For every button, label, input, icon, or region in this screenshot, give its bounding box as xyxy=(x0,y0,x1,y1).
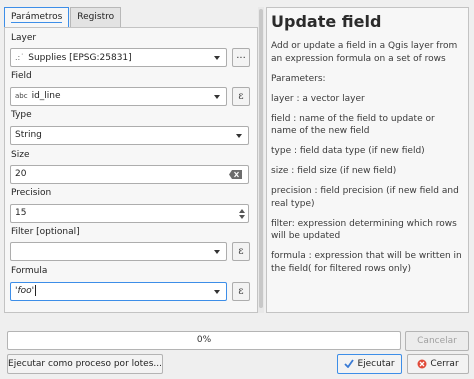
formula-label: Formula xyxy=(11,266,48,276)
tab-registro-label: Registro xyxy=(77,12,115,22)
layer-browse-button[interactable]: ... xyxy=(232,48,250,67)
tab-registro[interactable]: Registro xyxy=(70,7,122,27)
help-paragraph: type : field data type (if new field) xyxy=(271,146,425,156)
precision-label: Precision xyxy=(11,188,52,198)
type-select[interactable]: String xyxy=(10,126,249,145)
type-select-value: String xyxy=(15,130,42,140)
help-paragraph: Parameters: xyxy=(271,73,326,84)
field-select-value: id_line xyxy=(31,91,61,101)
text-field-icon: abc xyxy=(15,92,28,100)
help-title: Update field xyxy=(271,12,382,31)
precision-value: 15 xyxy=(15,208,27,218)
close-button[interactable]: Cerrar xyxy=(407,354,469,374)
filter-label: Filter [optional] xyxy=(11,227,80,237)
tab-parametros-label: Parámetros xyxy=(11,12,63,23)
help-panel: Update field Add or update a field in a … xyxy=(266,7,469,313)
filter-expression-button[interactable]: ε xyxy=(232,242,250,261)
batch-process-button[interactable]: Ejecutar como proceso por lotes... xyxy=(7,354,163,374)
help-paragraph: formula : expression that will be writte… xyxy=(271,251,462,274)
text-cursor xyxy=(35,285,37,296)
filter-input[interactable] xyxy=(10,242,227,261)
run-button[interactable]: Ejecutar xyxy=(337,354,402,374)
spin-down-icon[interactable] xyxy=(239,215,245,219)
help-paragraph: size : field size (if new field) xyxy=(271,166,397,176)
help-paragraph: layer : a vector layer xyxy=(271,93,365,104)
scrollbar-thumb[interactable] xyxy=(259,9,263,308)
close-button-label: Cerrar xyxy=(430,359,459,369)
progress-bar: 0% xyxy=(7,331,401,350)
run-button-label: Ejecutar xyxy=(357,359,395,369)
size-input[interactable]: 20 xyxy=(10,165,249,184)
field-label: Field xyxy=(11,71,32,81)
tab-bar: Parámetros Registro xyxy=(4,7,122,28)
parameters-scrollbar[interactable] xyxy=(258,7,264,313)
layer-select[interactable]: .:˙ Supplies [EPSG:25831] xyxy=(10,48,227,67)
help-paragraph: filter: expression determining which row… xyxy=(271,218,457,242)
formula-value: 'foo' xyxy=(15,286,35,296)
cancel-button[interactable]: Cancelar xyxy=(405,331,469,351)
progress-label: 0% xyxy=(196,335,212,345)
help-paragraph: precision : field precision (if new fiel… xyxy=(271,186,459,209)
vector-layer-icon: .:˙ xyxy=(15,53,25,62)
layer-label: Layer xyxy=(11,33,37,43)
precision-spinbox[interactable]: 15 xyxy=(10,204,249,223)
formula-input[interactable]: 'foo' xyxy=(10,282,227,301)
formula-expression-button[interactable]: ε xyxy=(232,282,250,301)
layer-select-value: Supplies [EPSG:25831] xyxy=(28,53,132,63)
help-paragraph: Add or update a field in a Qgis layer fr… xyxy=(271,41,458,64)
field-select[interactable]: abc id_line xyxy=(10,87,227,106)
check-icon xyxy=(344,359,355,368)
size-input-value: 20 xyxy=(15,169,27,179)
size-label: Size xyxy=(11,150,30,160)
help-paragraph: field : name of the field to update or n… xyxy=(271,113,435,137)
tab-parametros[interactable]: Parámetros xyxy=(4,7,70,28)
spin-up-icon[interactable] xyxy=(239,209,245,213)
clear-icon[interactable] xyxy=(229,170,242,179)
type-label: Type xyxy=(11,110,32,120)
field-expression-button[interactable]: ε xyxy=(232,87,250,106)
close-icon xyxy=(417,359,427,368)
